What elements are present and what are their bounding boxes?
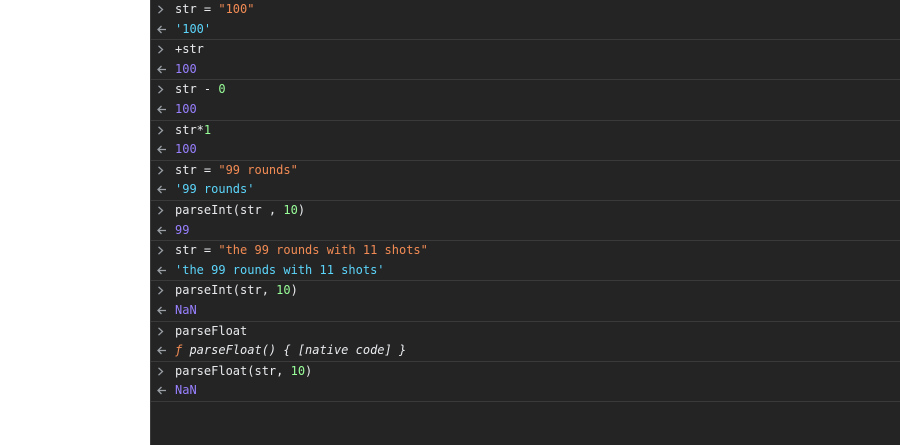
code-token: 10	[276, 283, 291, 298]
console-output-line: 100	[151, 140, 900, 160]
return-arrow-icon	[157, 261, 171, 281]
devtools-console[interactable]: str = "100" '100' +str 100 str - 0 100 str*1 10…	[150, 0, 900, 445]
console-output-line: 100	[151, 100, 900, 120]
console-entry: parseFloat ƒ parseFloat() { [native code]…	[151, 322, 900, 362]
console-entry: str*1 100	[151, 121, 900, 161]
code-token: "the 99 rounds with 11 shots"	[218, 243, 428, 258]
chevron-right-icon	[157, 161, 171, 181]
console-input-line[interactable]: parseFloat(str, 10)	[151, 362, 900, 382]
console-input-line[interactable]: str = "99 rounds"	[151, 161, 900, 181]
blank-area	[0, 0, 150, 445]
console-output-line: NaN	[151, 301, 900, 321]
result-token: 100	[175, 142, 197, 157]
console-output-line: '100'	[151, 20, 900, 40]
chevron-right-icon	[157, 281, 171, 301]
code-token: 0	[218, 82, 226, 97]
chevron-right-icon	[157, 241, 171, 261]
code-token: parseFloat(str,	[175, 363, 291, 378]
console-output-line: NaN	[151, 381, 900, 401]
code-token: +str	[175, 42, 204, 57]
result-token: NaN	[175, 383, 197, 398]
code-token: str =	[175, 2, 219, 16]
return-arrow-icon	[157, 140, 171, 160]
code-token: 10	[283, 202, 298, 217]
chevron-right-icon	[157, 40, 171, 60]
console-output-line: '99 rounds'	[151, 180, 900, 200]
code-token: )	[290, 283, 298, 298]
console-input-line[interactable]: str - 0	[151, 80, 900, 100]
console-entry: str - 0 100	[151, 80, 900, 121]
chevron-right-icon	[157, 362, 171, 382]
code-token: "100"	[218, 2, 255, 16]
chevron-right-icon	[157, 201, 171, 221]
return-arrow-icon	[157, 381, 171, 401]
console-entry: str = "the 99 rounds with 11 shots"'the …	[151, 241, 900, 282]
console-prompt[interactable]	[151, 402, 900, 421]
code-token: str -	[175, 82, 219, 97]
console-input-line[interactable]: parseFloat	[151, 322, 900, 342]
result-token: 100	[175, 101, 197, 116]
console-entry: parseInt(str, 10) NaN	[151, 281, 900, 322]
console-input-line[interactable]: str = "100"	[151, 0, 900, 20]
result-token: 'the 99 rounds with 11 shots'	[175, 262, 385, 277]
console-output-line: 99	[151, 221, 900, 241]
console-input-line[interactable]: +str	[151, 40, 900, 60]
console-input-line[interactable]: parseInt(str, 10)	[151, 281, 900, 301]
console-input-line[interactable]: str*1	[151, 121, 900, 141]
code-token: 1	[203, 122, 212, 137]
chevron-right-icon	[157, 322, 171, 342]
console-output-line: 'the 99 rounds with 11 shots'	[151, 261, 900, 281]
console-output-line: 100	[151, 60, 900, 80]
console-entry: +str 100	[151, 40, 900, 81]
return-arrow-icon	[157, 341, 171, 361]
console-entry: parseFloat(str, 10) NaN	[151, 362, 900, 402]
result-token: 100	[175, 61, 197, 76]
code-token: parseFloat	[175, 323, 248, 338]
console-entries: str = "100" '100' +str 100 str - 0 100 str*1 10…	[151, 0, 900, 402]
console-input-line[interactable]: str = "the 99 rounds with 11 shots"	[151, 241, 900, 261]
console-entry: parseInt(str , 10) 99	[151, 201, 900, 242]
code-token: )	[305, 363, 313, 378]
chevron-right-icon	[157, 80, 171, 100]
code-token: str =	[175, 243, 219, 258]
console-entry: str = "99 rounds" '99 rounds'	[151, 161, 900, 201]
return-arrow-icon	[157, 180, 171, 200]
result-token: NaN	[175, 302, 197, 317]
return-arrow-icon	[157, 221, 171, 241]
code-token: parseInt(str,	[175, 283, 277, 298]
code-token: str =	[175, 162, 219, 177]
return-arrow-icon	[157, 100, 171, 120]
code-token: 10	[290, 363, 306, 378]
code-token: "99 rounds"	[218, 162, 298, 177]
console-output-line: ƒ parseFloat() { [native code] }	[151, 341, 900, 361]
chevron-right-icon	[157, 121, 171, 141]
result-token: '100'	[175, 21, 212, 36]
result-token: parseFloat() { [native code] }	[189, 343, 407, 358]
code-token: )	[297, 202, 306, 217]
return-arrow-icon	[157, 20, 171, 40]
prompt-chevron-icon	[157, 402, 171, 422]
result-token: ƒ	[175, 343, 190, 358]
console-entry: str = "100" '100'	[151, 0, 900, 41]
chevron-right-icon	[157, 0, 171, 20]
console-input-line[interactable]: parseInt(str , 10)	[151, 201, 900, 221]
result-token: 99	[175, 222, 190, 237]
code-token: parseInt(str ,	[175, 202, 284, 217]
result-token: '99 rounds'	[175, 182, 255, 197]
return-arrow-icon	[157, 301, 171, 321]
return-arrow-icon	[157, 60, 171, 80]
code-token: str*	[175, 122, 204, 137]
